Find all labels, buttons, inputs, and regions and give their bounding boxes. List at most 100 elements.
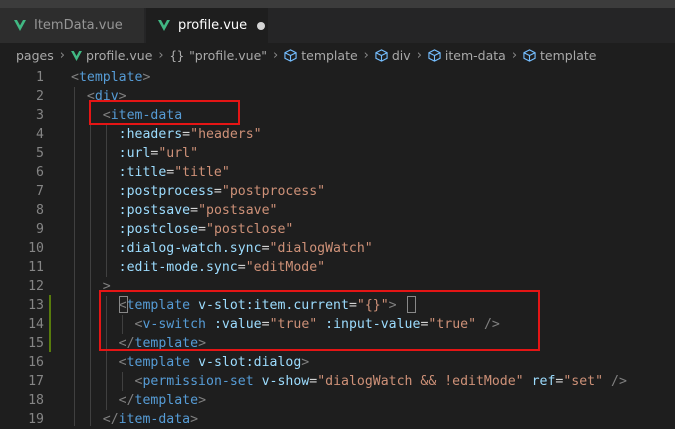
code-token: "dialogWatch && !editMode" — [317, 374, 524, 389]
tab-label: profile.vue — [178, 18, 248, 33]
breadcrumb-label: pages — [16, 48, 54, 63]
code-text: <permission-set v-show="dialogWatch && !… — [71, 372, 627, 391]
line-number: 3 — [36, 108, 44, 123]
code-token: template — [78, 70, 143, 85]
code-token: = — [182, 127, 191, 142]
line-number: 10 — [28, 241, 44, 256]
code-text: </template> — [71, 391, 206, 410]
tab-label: ItemData.vue — [34, 18, 123, 33]
line-number: 1 — [36, 70, 44, 85]
code-token: "title" — [174, 165, 230, 180]
code-line[interactable]: 5 :url="url" — [0, 144, 675, 163]
bracket-match-close — [407, 296, 416, 313]
code-token: = — [198, 222, 206, 237]
breadcrumb-item-file[interactable]: profile.vue — [70, 48, 152, 63]
line-number: 6 — [36, 165, 44, 180]
code-token: "postsave" — [198, 203, 278, 218]
cube-icon — [284, 49, 297, 62]
chevron-right-icon: › — [158, 48, 164, 63]
code-token: </ — [118, 393, 135, 408]
line-number: 2 — [36, 89, 44, 104]
breadcrumb-item-template-inner[interactable]: template — [523, 48, 596, 63]
code-token: = — [190, 203, 199, 218]
code-line[interactable]: 11 :edit-mode.sync="editMode" — [0, 258, 675, 277]
code-line[interactable]: 17 <permission-set v-show="dialogWatch &… — [0, 372, 675, 391]
code-token: < — [118, 355, 127, 370]
cube-icon — [428, 49, 441, 62]
bracket-match-open — [119, 296, 128, 313]
tab-itemdata-vue[interactable]: ItemData.vue — [0, 8, 145, 43]
breadcrumb-label: item-data — [444, 48, 506, 63]
braces-icon: {} — [169, 48, 185, 63]
line-number: 12 — [28, 279, 44, 294]
code-text: :edit-mode.sync="editMode" — [71, 258, 325, 277]
breadcrumb: pages › profile.vue › {} "profile.vue" ›… — [0, 43, 675, 68]
line-number: 15 — [28, 336, 44, 351]
line-number: 8 — [36, 203, 44, 218]
code-token: :edit-mode.sync — [118, 260, 238, 275]
line-number: 4 — [36, 127, 44, 142]
code-token: :headers — [118, 127, 183, 142]
code-line[interactable]: 18 </template> — [0, 391, 675, 410]
tab-profile-vue[interactable]: profile.vue — [146, 8, 268, 43]
code-token: > — [198, 393, 207, 408]
code-token: "url" — [158, 146, 199, 161]
breadcrumb-item-item-data[interactable]: item-data — [428, 48, 506, 63]
code-token: v-show — [261, 374, 310, 389]
code-token: :url — [118, 146, 151, 161]
code-token: = — [261, 241, 270, 256]
code-text: :postsave="postsave" — [71, 201, 278, 220]
code-token: "dialogWatch" — [269, 241, 373, 256]
chevron-right-icon: › — [59, 48, 65, 63]
line-number: 16 — [28, 355, 44, 370]
code-token: :postprocess — [118, 184, 214, 199]
code-line[interactable]: 19 </item-data> — [0, 410, 675, 429]
line-number: 18 — [28, 393, 44, 408]
code-token: :postsave — [118, 203, 191, 218]
breadcrumb-label: "profile.vue" — [189, 48, 268, 63]
window-top-strip — [0, 0, 675, 8]
code-line[interactable]: 7 :postprocess="postprocess" — [0, 182, 675, 201]
code-token: v-slot:dialog — [198, 355, 302, 370]
code-line[interactable]: 9 :postclose="postclose" — [0, 220, 675, 239]
code-line[interactable]: 8 :postsave="postsave" — [0, 201, 675, 220]
highlight-box-item-data — [89, 100, 240, 125]
line-number: 11 — [28, 260, 44, 275]
code-token: < — [71, 70, 79, 85]
breadcrumb-item-pages[interactable]: pages — [16, 48, 54, 63]
code-text: :dialog-watch.sync="dialogWatch" — [71, 239, 373, 258]
breadcrumb-label: div — [391, 48, 411, 63]
vue-icon — [70, 50, 82, 61]
chevron-right-icon: › — [273, 48, 279, 63]
code-editor[interactable]: 1 <template> 2 <div> 3 <item-data 4 :headers… — [0, 68, 675, 429]
breadcrumb-item-module[interactable]: {} "profile.vue" — [170, 48, 267, 63]
code-token: = — [237, 260, 246, 275]
code-line[interactable]: 6 :title="title" — [0, 163, 675, 182]
code-line[interactable]: 16 <template v-slot:dialog> — [0, 353, 675, 372]
breadcrumb-item-template[interactable]: template — [284, 48, 358, 63]
breadcrumb-item-div[interactable]: div — [375, 48, 411, 63]
code-line[interactable]: 1 <template> — [0, 68, 675, 87]
code-text: :title="title" — [71, 163, 230, 182]
code-line[interactable]: 10 :dialog-watch.sync="dialogWatch" — [0, 239, 675, 258]
highlight-box-template-slot — [99, 290, 540, 351]
line-number: 17 — [28, 374, 44, 389]
code-text: :headers="headers" — [71, 125, 262, 144]
code-token: :postclose — [118, 222, 199, 237]
unsaved-dot-icon[interactable] — [257, 21, 266, 30]
code-token: /> — [611, 374, 627, 389]
code-line[interactable]: 4 :headers="headers" — [0, 125, 675, 144]
code-text: </item-data> — [71, 410, 198, 429]
